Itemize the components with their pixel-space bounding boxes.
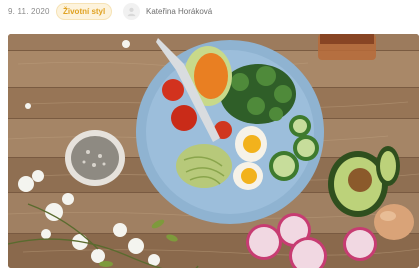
article-date: 9. 11. 2020 [8, 7, 50, 16]
category-tag[interactable]: Životní styl [56, 3, 113, 20]
article-meta-row: 9. 11. 2020 Životní styl Kateřina Horáko… [0, 0, 419, 26]
user-avatar-icon [123, 3, 140, 20]
hero-image[interactable] [8, 34, 419, 268]
author-name[interactable]: Kateřina Horáková [146, 7, 212, 16]
food-photo-illustration [8, 34, 419, 268]
article-card[interactable]: 9. 11. 2020 Životní styl Kateřina Horáko… [0, 0, 419, 268]
